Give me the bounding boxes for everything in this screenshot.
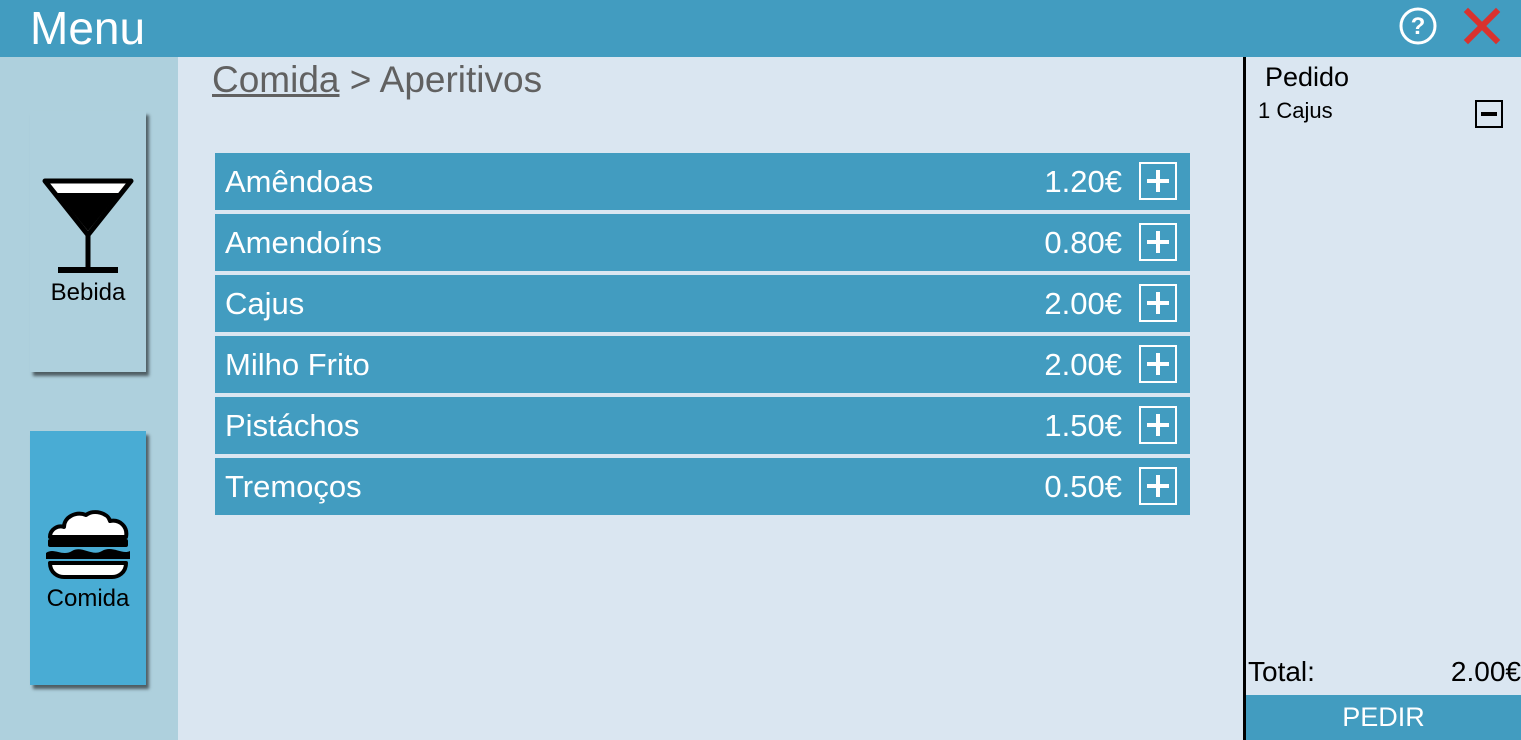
item-name: Amendoíns xyxy=(225,225,382,260)
item-price: 0.80€ xyxy=(1044,225,1122,260)
plus-icon xyxy=(1147,353,1169,375)
breadcrumb-separator: > xyxy=(349,59,372,100)
close-button[interactable] xyxy=(1463,7,1501,45)
item-price: 2.00€ xyxy=(1044,286,1122,321)
category-sidebar: Bebida Comida xyxy=(0,57,178,740)
add-item-button[interactable] xyxy=(1139,223,1177,261)
plus-icon xyxy=(1147,475,1169,497)
submit-order-button[interactable]: PEDIR xyxy=(1246,695,1521,740)
item-price: 1.50€ xyxy=(1044,408,1122,443)
total-label: Total: xyxy=(1248,656,1315,687)
category-comida-label: Comida xyxy=(46,585,130,612)
category-bebida-label: Bebida xyxy=(50,279,126,306)
add-item-button[interactable] xyxy=(1139,162,1177,200)
close-x-icon xyxy=(1463,7,1501,45)
breadcrumb-current: Aperitivos xyxy=(379,59,543,100)
order-line-text: 1 Cajus xyxy=(1258,98,1333,123)
order-line-item: 1 Cajus xyxy=(1258,99,1518,129)
menu-item-list: Amêndoas 1.20€ Amendoíns 0.80€ Cajus 2.0… xyxy=(215,153,1190,519)
menu-item-row: Milho Frito 2.00€ xyxy=(215,336,1190,393)
add-item-button[interactable] xyxy=(1139,345,1177,383)
plus-icon xyxy=(1147,231,1169,253)
menu-item-row: Cajus 2.00€ xyxy=(215,275,1190,332)
remove-item-button[interactable] xyxy=(1475,100,1503,128)
total-value: 2.00€ xyxy=(1450,656,1521,687)
add-item-button[interactable] xyxy=(1139,467,1177,505)
item-name: Pistáchos xyxy=(225,408,360,443)
add-item-button[interactable] xyxy=(1139,406,1177,444)
breadcrumb-root-link[interactable]: Comida xyxy=(212,59,340,100)
add-item-button[interactable] xyxy=(1139,284,1177,322)
cocktail-glass-icon xyxy=(42,178,134,273)
item-price: 1.20€ xyxy=(1044,164,1122,199)
help-button[interactable]: ? xyxy=(1398,6,1438,46)
item-name: Milho Frito xyxy=(225,347,370,382)
item-name: Cajus xyxy=(225,286,305,321)
plus-icon xyxy=(1147,292,1169,314)
breadcrumb: Comida > Aperitivos xyxy=(212,58,542,102)
svg-text:?: ? xyxy=(1411,13,1426,40)
category-comida-button[interactable]: Comida xyxy=(30,431,146,685)
item-price: 0.50€ xyxy=(1044,469,1122,504)
menu-item-row: Tremoços 0.50€ xyxy=(215,458,1190,515)
app-title: Menu xyxy=(30,2,146,54)
item-name: Tremoços xyxy=(225,469,362,504)
help-circle-icon: ? xyxy=(1399,7,1437,45)
menu-item-row: Amêndoas 1.20€ xyxy=(215,153,1190,210)
menu-item-row: Amendoíns 0.80€ xyxy=(215,214,1190,271)
order-panel: Pedido 1 Cajus Total: 2.00€ PEDIR xyxy=(1243,57,1521,740)
category-bebida-button[interactable]: Bebida xyxy=(30,111,146,372)
item-name: Amêndoas xyxy=(225,164,374,199)
plus-icon xyxy=(1147,170,1169,192)
top-bar: Menu ? xyxy=(0,0,1521,57)
plus-icon xyxy=(1147,414,1169,436)
menu-item-row: Pistáchos 1.50€ xyxy=(215,397,1190,454)
minus-icon xyxy=(1481,112,1497,116)
burger-icon xyxy=(46,510,130,579)
order-title: Pedido xyxy=(1265,62,1350,92)
item-price: 2.00€ xyxy=(1044,347,1122,382)
